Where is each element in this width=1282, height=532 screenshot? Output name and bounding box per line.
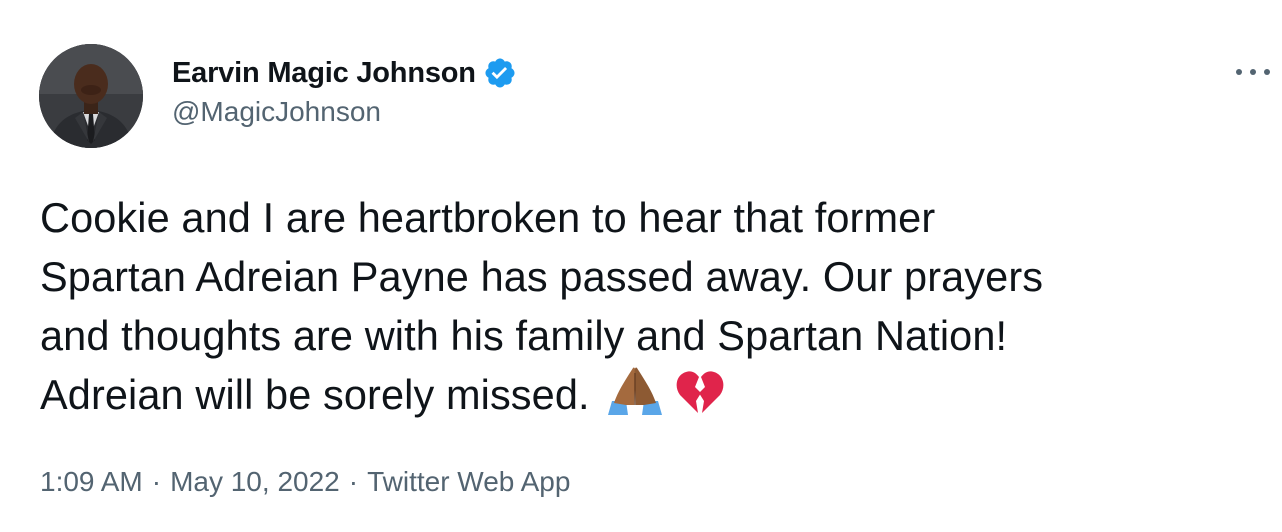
author-display-name[interactable]: Earvin Magic Johnson — [172, 57, 476, 90]
folded-hands-emoji-icon — [604, 365, 666, 430]
tweet-text-line: Spartan Adreian Payne has passed away. O… — [40, 253, 1044, 300]
tweet-text: Cookie and I are heartbroken to hear tha… — [40, 188, 1255, 430]
more-dot — [1236, 69, 1242, 75]
verified-badge-icon — [483, 56, 517, 90]
meta-separator: · — [348, 466, 359, 497]
more-dot — [1250, 69, 1256, 75]
author-handle[interactable]: @MagicJohnson — [172, 96, 381, 128]
tweet-date[interactable]: May 10, 2022 — [170, 466, 340, 497]
tweet-text-line: Cookie and I are heartbroken to hear tha… — [40, 194, 936, 241]
tweet-text-line: Adreian will be sorely missed. — [40, 371, 590, 418]
meta-separator: · — [151, 466, 162, 497]
tweet-text-line: and thoughts are with his family and Spa… — [40, 312, 1008, 359]
avatar[interactable] — [39, 44, 143, 148]
tweet-meta: 1:09 AM · May 10, 2022 · Twitter Web App — [40, 466, 570, 498]
tweet-card: Earvin Magic Johnson @MagicJohnson Cooki… — [0, 0, 1282, 532]
tweet-text-line-last: Adreian will be sorely missed. — [40, 365, 1255, 430]
more-options-icon[interactable] — [1236, 62, 1270, 82]
tweet-time[interactable]: 1:09 AM — [40, 466, 143, 497]
author-name-row[interactable]: Earvin Magic Johnson — [172, 54, 517, 92]
broken-heart-emoji-icon — [676, 369, 724, 430]
more-dot — [1264, 69, 1270, 75]
profile-photo-icon — [39, 44, 143, 148]
tweet-source: Twitter Web App — [367, 466, 571, 497]
